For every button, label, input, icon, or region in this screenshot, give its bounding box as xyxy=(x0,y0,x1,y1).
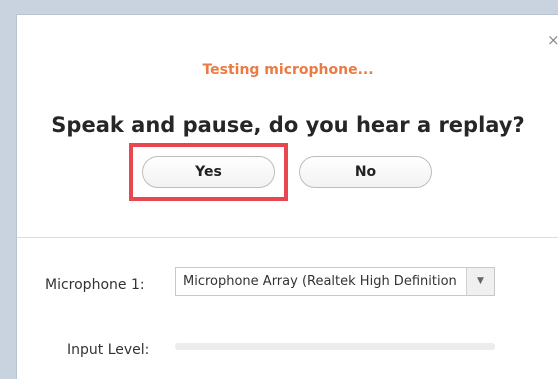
microphone-test-dialog: × Testing microphone... Speak and pause,… xyxy=(16,14,558,379)
microphone-select[interactable]: Microphone Array (Realtek High Definitio… xyxy=(175,267,495,296)
no-button[interactable]: No xyxy=(299,156,432,188)
yes-highlight-box xyxy=(129,143,288,201)
close-icon[interactable]: × xyxy=(547,33,558,48)
input-level-meter xyxy=(175,343,495,350)
microphone-select-value: Microphone Array (Realtek High Definitio… xyxy=(183,274,457,289)
section-divider xyxy=(17,237,558,238)
replay-question: Speak and pause, do you hear a replay? xyxy=(51,113,525,137)
input-level-label: Input Level: xyxy=(67,342,150,358)
microphone-label: Microphone 1: xyxy=(45,277,145,293)
status-text: Testing microphone... xyxy=(202,62,374,78)
chevron-down-icon[interactable]: ▼ xyxy=(466,268,494,295)
